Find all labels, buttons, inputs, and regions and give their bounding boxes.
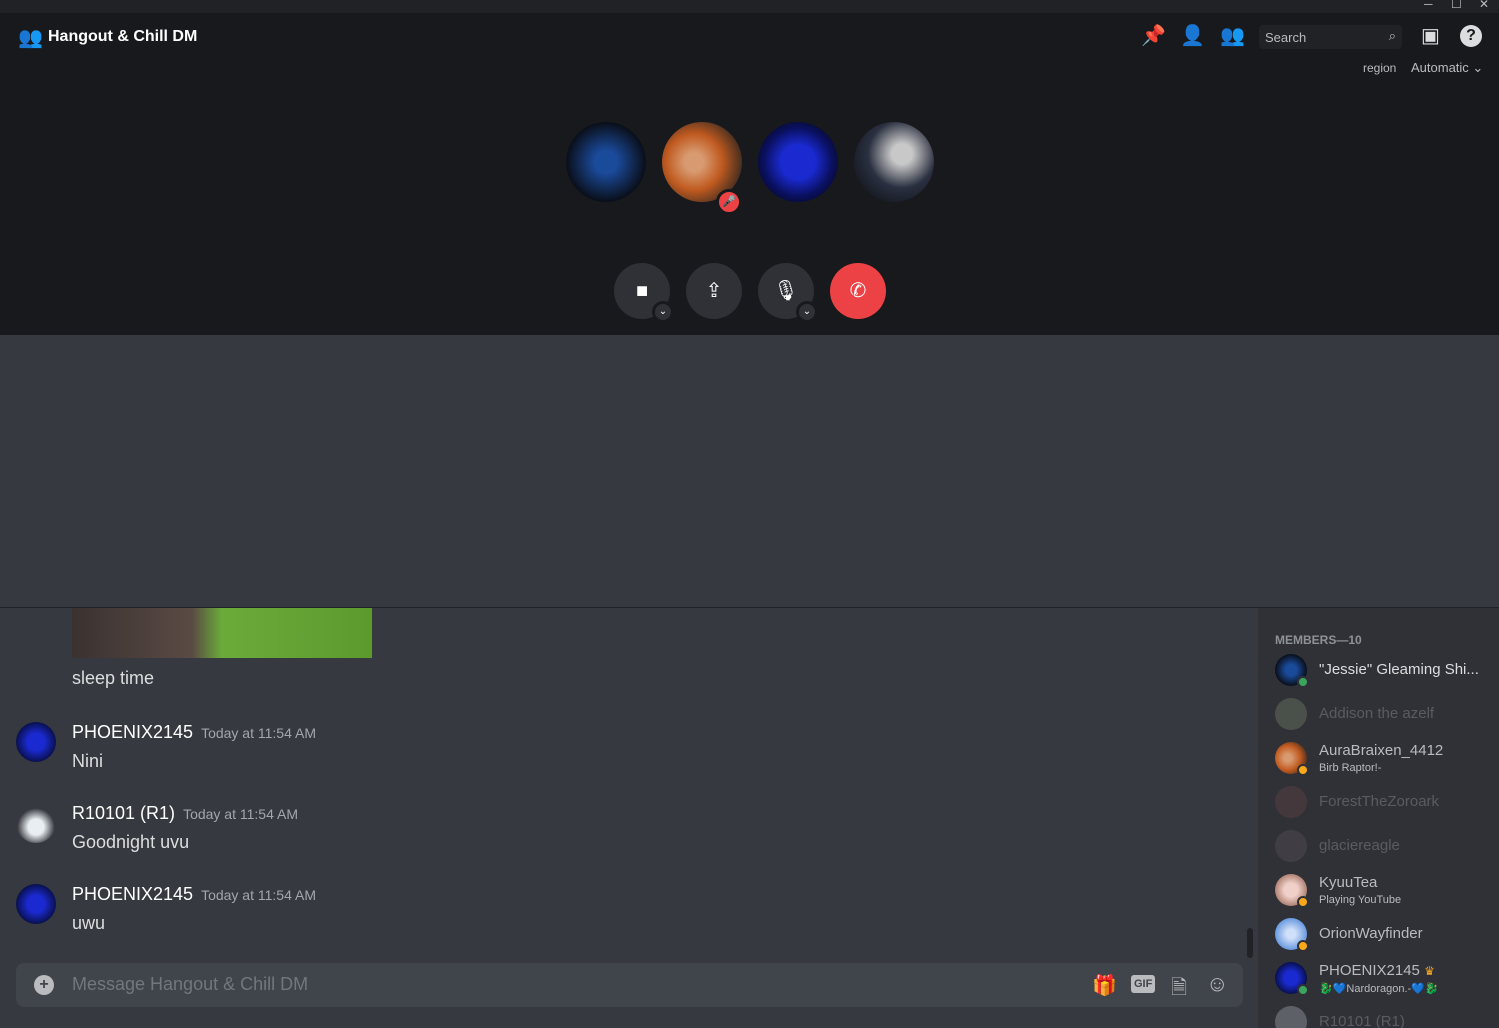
member-item[interactable]: AuraBraixen_4412 Birb Raptor!- bbox=[1275, 742, 1495, 782]
member-list-icon[interactable]: 👥 bbox=[1220, 23, 1245, 48]
screen-share-button[interactable]: ⇪ bbox=[686, 263, 742, 319]
member-name: glaciereagle bbox=[1319, 837, 1400, 854]
members-header: MEMBERS—10 bbox=[1275, 633, 1362, 647]
timestamp: Today at 11:54 AM bbox=[201, 887, 316, 903]
member-name: Addison the azelf bbox=[1319, 705, 1435, 722]
participant-avatar[interactable] bbox=[566, 122, 646, 202]
status-idle-icon bbox=[1297, 764, 1309, 776]
message-header: PHOENIX2145 Today at 11:54 AM bbox=[72, 722, 316, 743]
message-text: uwu bbox=[72, 913, 106, 933]
author-name[interactable]: R10101 (R1) bbox=[72, 803, 175, 823]
emoji-icon[interactable]: ☺ bbox=[1206, 971, 1228, 997]
status-online-icon bbox=[1297, 676, 1309, 688]
camera-button[interactable]: ■ ⌄ bbox=[614, 263, 674, 323]
status-idle-icon bbox=[1297, 896, 1309, 908]
gif-button[interactable]: GIF bbox=[1131, 975, 1156, 993]
minimize-button[interactable]: ─ bbox=[1424, 0, 1433, 11]
search-icon: ⌕ bbox=[1388, 28, 1396, 43]
author-name[interactable]: PHOENIX2145 bbox=[72, 884, 193, 904]
region-value: Automatic bbox=[1411, 60, 1469, 75]
member-name: R10101 (R1) bbox=[1319, 1013, 1405, 1028]
member-item[interactable]: PHOENIX2145 ♛ 🐉💙Nardoragon.-💙🐉 bbox=[1275, 962, 1495, 1002]
avatar bbox=[1275, 830, 1307, 862]
scrollbar[interactable] bbox=[1247, 928, 1253, 958]
member-item[interactable]: glaciereagle bbox=[1275, 830, 1495, 870]
search-placeholder: Search bbox=[1265, 30, 1307, 45]
member-name: ForestTheZoroark bbox=[1319, 793, 1440, 810]
member-item[interactable]: "Jessie" Gleaming Shi... bbox=[1275, 654, 1495, 694]
avatar[interactable] bbox=[16, 722, 56, 762]
region-label: region bbox=[1363, 61, 1397, 75]
chevron-down-icon[interactable]: ⌄ bbox=[652, 301, 674, 323]
add-friend-icon[interactable]: 👤 bbox=[1180, 23, 1205, 48]
custom-status: 🐉💙Nardoragon.-💙🐉 bbox=[1319, 983, 1439, 995]
message-composer[interactable]: + Message Hangout & Chill DM 🎁 GIF 🗎 ☺ bbox=[16, 963, 1243, 1007]
activity-status: Playing YouTube bbox=[1319, 894, 1402, 906]
member-item[interactable]: Addison the azelf bbox=[1275, 698, 1495, 738]
group-dm-icon: 👥 bbox=[18, 27, 43, 49]
disconnect-button[interactable]: ✆ bbox=[830, 263, 886, 319]
status-idle-icon bbox=[1297, 940, 1309, 952]
status-online-icon bbox=[1297, 984, 1309, 996]
member-name: OrionWayfinder bbox=[1319, 925, 1423, 942]
avatar bbox=[1275, 698, 1307, 730]
chevron-down-icon[interactable]: ⌄ bbox=[796, 301, 818, 323]
inbox-icon[interactable]: ▣ bbox=[1421, 23, 1440, 48]
author-name[interactable]: PHOENIX2145 bbox=[72, 722, 193, 742]
avatar[interactable] bbox=[16, 884, 56, 924]
member-item[interactable]: ForestTheZoroark bbox=[1275, 786, 1495, 826]
member-name: KyuuTea bbox=[1319, 874, 1378, 891]
close-window-button[interactable]: ✕ bbox=[1479, 0, 1489, 11]
image-attachment[interactable] bbox=[72, 608, 372, 658]
message-input[interactable]: Message Hangout & Chill DM bbox=[72, 974, 308, 995]
upload-plus-icon[interactable]: + bbox=[34, 975, 54, 995]
message-text: sleep time bbox=[72, 668, 155, 688]
gift-icon[interactable]: 🎁 bbox=[1092, 973, 1117, 998]
crown-icon: ♛ bbox=[1424, 964, 1435, 978]
avatar bbox=[1275, 1006, 1307, 1028]
timestamp: Today at 11:54 AM bbox=[201, 725, 316, 741]
custom-status: Birb Raptor!- bbox=[1319, 762, 1382, 774]
message-list: sleep time PHOENIX2145 Today at 11:54 AM … bbox=[0, 608, 1258, 1028]
title-bar: ─ ☐ ✕ bbox=[0, 0, 1499, 13]
voice-call-area: 👥 Hangout & Chill DM 📌 👤 👥 Search ⌕ ▣ ? r… bbox=[0, 13, 1499, 335]
member-item[interactable]: KyuuTea Playing YouTube bbox=[1275, 874, 1495, 914]
message-text: Goodnight uvu bbox=[72, 832, 190, 852]
muted-icon: 🎤 bbox=[716, 189, 742, 215]
participant-avatar[interactable] bbox=[854, 122, 934, 202]
message-header: PHOENIX2145 Today at 11:54 AM bbox=[72, 884, 316, 905]
maximize-button[interactable]: ☐ bbox=[1451, 0, 1462, 11]
avatar bbox=[1275, 786, 1307, 818]
help-icon[interactable]: ? bbox=[1460, 25, 1482, 47]
microphone-button[interactable]: 🎙 ⌄ bbox=[758, 263, 818, 323]
message-header: R10101 (R1) Today at 11:54 AM bbox=[72, 803, 298, 824]
timestamp: Today at 11:54 AM bbox=[183, 806, 298, 822]
member-name: PHOENIX2145 ♛ bbox=[1319, 962, 1435, 979]
member-name: AuraBraixen_4412 bbox=[1319, 742, 1444, 759]
channel-title: Hangout & Chill DM bbox=[48, 28, 198, 45]
sticker-icon[interactable]: 🗎 bbox=[1171, 973, 1187, 1007]
member-item[interactable]: OrionWayfinder bbox=[1275, 918, 1495, 958]
participant-avatar[interactable] bbox=[758, 122, 838, 202]
region-select[interactable]: Automatic ⌄ bbox=[1411, 60, 1483, 76]
pin-icon[interactable]: 📌 bbox=[1141, 23, 1166, 48]
member-name-text: PHOENIX2145 bbox=[1319, 962, 1420, 979]
message-text: Nini bbox=[72, 751, 104, 771]
member-name: "Jessie" Gleaming Shi... bbox=[1319, 661, 1479, 678]
avatar[interactable] bbox=[16, 803, 56, 843]
member-list: MEMBERS—10 "Jessie" Gleaming Shi... Addi… bbox=[1258, 608, 1499, 1028]
search-input[interactable]: Search ⌕ bbox=[1259, 25, 1402, 49]
member-item[interactable]: R10101 (R1) bbox=[1275, 1006, 1495, 1028]
